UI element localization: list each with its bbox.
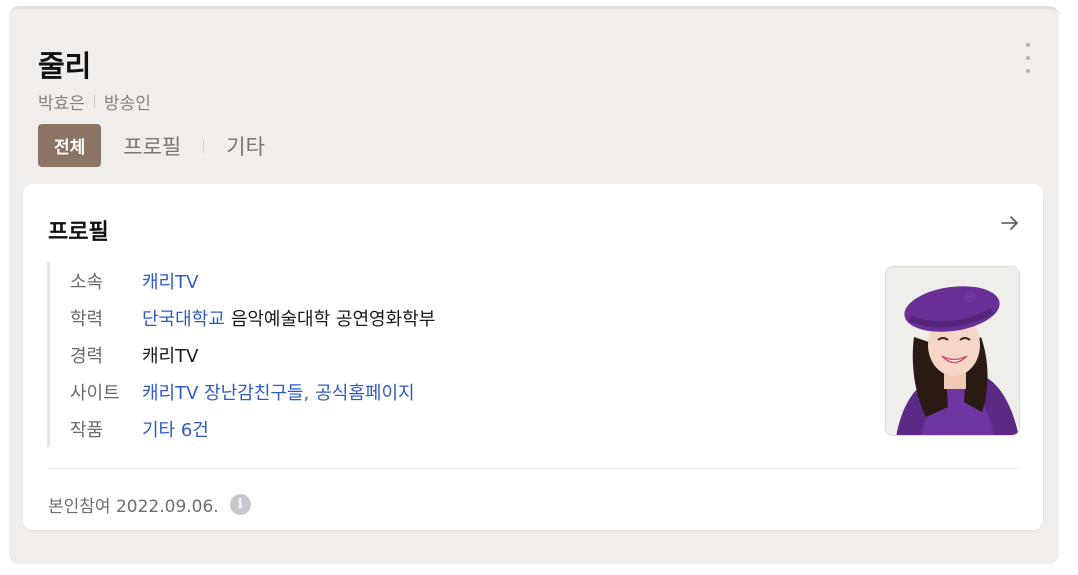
agency-label: 소속 bbox=[70, 271, 104, 293]
education-detail: 음악예술대학 공연영화학부 bbox=[230, 308, 436, 330]
profile-info-list: 소속 캐리TV 학력 단국대학교 음악예술대학 공연영화학부 경력 캐리TV 사… bbox=[47, 262, 847, 447]
info-row-site: 사이트 캐리TV 장난감친구들, 공식홈페이지 bbox=[70, 373, 847, 410]
career-value: 캐리TV bbox=[142, 345, 199, 367]
info-row-agency: 소속 캐리TV bbox=[70, 262, 847, 299]
subtitle: 박효은 방송인 bbox=[38, 89, 151, 114]
portrait-image bbox=[886, 267, 1019, 435]
tab-etc[interactable]: 기타 bbox=[226, 131, 265, 161]
info-row-career: 경력 캐리TV bbox=[70, 336, 847, 373]
site-link-carrie[interactable]: 캐리TV 장난감친구들, bbox=[142, 379, 309, 405]
works-label: 작품 bbox=[70, 419, 104, 441]
site-label: 사이트 bbox=[70, 382, 120, 404]
tab-divider bbox=[203, 138, 205, 153]
tab-all[interactable]: 전체 bbox=[38, 124, 102, 167]
tab-bar: 전체 프로필 기타 bbox=[38, 124, 265, 167]
education-label: 학력 bbox=[70, 308, 104, 330]
tab-profile[interactable]: 프로필 bbox=[123, 131, 181, 161]
profile-card-title: 프로필 bbox=[48, 220, 109, 245]
profile-panel: 줄리 박효은 방송인 전체 프로필 기타 프로필 소속 캐리TV 학력 단국대학… bbox=[9, 6, 1059, 564]
divider bbox=[93, 95, 95, 108]
self-participation-date: 본인참여 2022.09.06. bbox=[48, 497, 219, 517]
profile-photo[interactable] bbox=[885, 266, 1020, 436]
occupation: 방송인 bbox=[103, 94, 151, 114]
more-vertical-icon[interactable] bbox=[1023, 43, 1033, 73]
info-icon[interactable]: i bbox=[229, 494, 251, 515]
footer-divider bbox=[48, 468, 1021, 469]
works-link[interactable]: 기타 6건 bbox=[142, 416, 209, 442]
profile-card: 프로필 소속 캐리TV 학력 단국대학교 음악예술대학 공연영화학부 경력 캐리… bbox=[23, 184, 1043, 530]
page-title: 줄리 bbox=[38, 49, 92, 83]
footer: 본인참여 2022.09.06. i bbox=[48, 492, 251, 517]
arrow-right-icon[interactable] bbox=[999, 212, 1021, 234]
info-row-education: 학력 단국대학교 음악예술대학 공연영화학부 bbox=[70, 299, 847, 336]
site-link-homepage[interactable]: 공식홈페이지 bbox=[315, 379, 414, 405]
agency-link[interactable]: 캐리TV bbox=[142, 268, 198, 294]
career-label: 경력 bbox=[70, 345, 104, 367]
school-link[interactable]: 단국대학교 bbox=[142, 305, 225, 331]
real-name: 박효은 bbox=[38, 94, 85, 114]
info-row-works: 작품 기타 6건 bbox=[70, 410, 847, 447]
